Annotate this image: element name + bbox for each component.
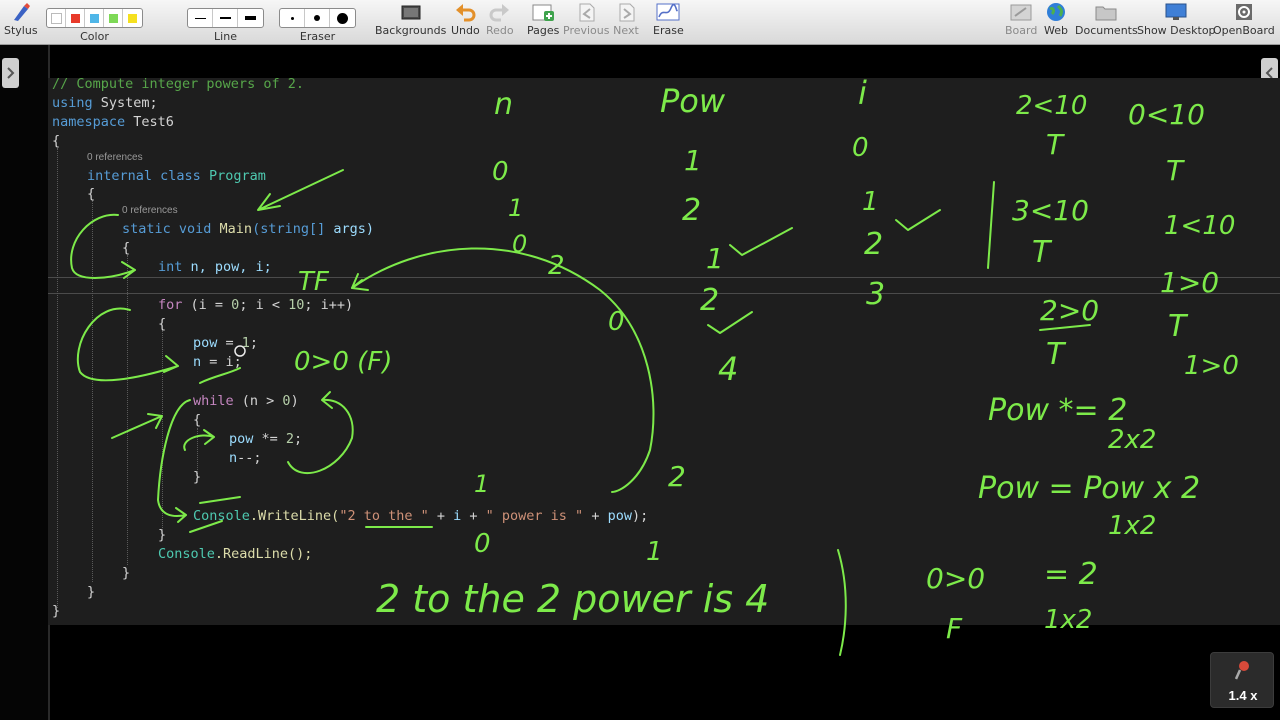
ink-zero-gt-zero: 0>0	[926, 562, 985, 595]
ink-condition: 3<10	[1012, 194, 1089, 227]
ink-arrow-while	[111, 413, 163, 439]
ink-zero-gt-zero: 0>0 (F)	[294, 347, 392, 377]
ink-header-pow: Pow	[660, 82, 726, 120]
ink-one-times-two: 1x2	[1108, 511, 1156, 541]
ink-true-false: TF	[298, 267, 330, 297]
ink-pow-value: 1	[684, 144, 702, 177]
ink-loop-pow	[287, 391, 354, 475]
ink-loose-number: 1	[474, 470, 489, 498]
ink-underline-writeline	[199, 496, 241, 504]
ink-divider-vertical	[987, 181, 995, 269]
ink-check-i	[895, 209, 941, 231]
ink-loop-declaration	[70, 213, 136, 279]
ink-output-sentence: 2 to the 2 power is 4	[376, 577, 769, 621]
ink-sentence-bracket	[837, 549, 847, 656]
ink-condition-result: T	[1032, 235, 1053, 270]
handwriting-annotations: n Pow i 0 1 0 2 0 1 2 1 2 4 0 1 2 3 2<10…	[70, 74, 1239, 656]
ink-condition: 1<10	[1164, 211, 1235, 241]
ink-n-value: 0	[512, 230, 527, 258]
ink-pow-equals: Pow = Pow x 2	[978, 471, 1200, 506]
ink-condition: 2<10	[1016, 91, 1087, 121]
ink-pow-times-equals: Pow *= 2	[988, 393, 1127, 428]
zoom-indicator[interactable]: 1.4 x	[1210, 652, 1274, 708]
ink-n-value: 2	[548, 251, 565, 281]
ink-n-value: 1	[508, 194, 523, 222]
ink-condition-result: T	[1046, 337, 1067, 372]
ink-n-value: 0	[608, 307, 625, 337]
ink-underline-n	[199, 367, 241, 384]
zoom-level: 1.4 x	[1228, 688, 1258, 703]
ink-underline-brace	[189, 520, 223, 533]
ink-header-n: n	[494, 87, 513, 122]
ink-condition: 0<10	[1128, 98, 1205, 131]
ink-bracket-while	[157, 399, 191, 523]
ink-false: F	[946, 612, 963, 645]
ink-one-times-two: 1x2	[1044, 605, 1092, 635]
ink-condition: 1>0	[1184, 351, 1239, 381]
ink-condition: 2>0	[1040, 294, 1099, 327]
ink-condition-result: T	[1046, 128, 1065, 161]
ink-i-value: 2	[864, 227, 883, 262]
ink-check-pow	[729, 227, 793, 256]
magnifier-icon	[1235, 661, 1249, 680]
ink-arrow-to-main	[257, 169, 344, 211]
ink-loose-number: 2	[668, 460, 686, 493]
ink-pow-value: 2	[682, 193, 701, 228]
ink-i-value: 3	[866, 277, 885, 312]
ink-header-i: i	[858, 74, 867, 112]
ink-condition: 1>0	[1160, 266, 1219, 299]
ink-condition-result: T	[1168, 309, 1189, 344]
ink-loose-number: 1	[646, 537, 663, 567]
ink-equals-two: = 2	[1044, 557, 1098, 592]
ink-loose-number: 0	[474, 529, 491, 559]
ink-i-value: 1	[862, 187, 879, 217]
ink-big-arc	[351, 247, 655, 493]
ink-arrow-while-body	[183, 429, 215, 451]
ink-pow-value: 2	[700, 283, 719, 318]
ink-two-times-two: 2x2	[1108, 425, 1156, 455]
ink-i-value: 0	[852, 133, 869, 163]
ink-arrow-to-for	[351, 273, 369, 291]
ink-n-value: 0	[492, 157, 509, 187]
cursor-icon	[234, 345, 246, 357]
ink-loop-for-body	[76, 307, 179, 382]
ink-pow-value: 1	[706, 242, 724, 275]
ink-condition-result: T	[1166, 154, 1185, 187]
ink-pow-value: 4	[718, 350, 738, 388]
